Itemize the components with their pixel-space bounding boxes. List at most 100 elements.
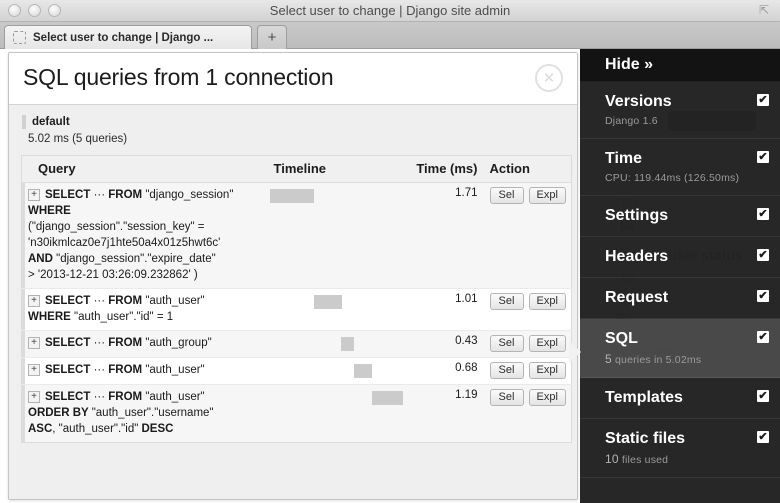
sql-panel-title: SQL queries from 1 connection — [23, 64, 334, 90]
action-cell: Sel Expl — [483, 182, 572, 289]
debug-panel-checkbox[interactable]: ✔ — [757, 431, 769, 443]
column-header-query: Query — [21, 155, 268, 183]
window-titlebar: Select user to change | Django site admi… — [0, 0, 780, 22]
query-cell[interactable]: + SELECT ··· FROM "auth_user" ORDER BY "au… — [21, 384, 268, 443]
column-header-time: Time (ms) — [387, 155, 484, 183]
sql-fragment: FROM — [108, 295, 146, 307]
sql-fragment: ASC — [28, 423, 53, 435]
debug-panel-time[interactable]: Time CPU: 119.44ms (126.50ms) ✔ — [580, 139, 780, 196]
debug-panel-templates[interactable]: Templates ✔ — [580, 378, 780, 419]
tab-bar: Select user to change | Django ... + — [0, 22, 780, 49]
query-row[interactable]: + SELECT ··· FROM "django_session" WHERE ("… — [21, 182, 572, 289]
column-header-action: Action — [483, 155, 572, 183]
query-duration: 0.68 — [387, 357, 484, 385]
debug-panel-checkbox[interactable]: ✔ — [757, 208, 769, 220]
queries-table-body: + SELECT ··· FROM "django_session" WHERE ("… — [21, 182, 572, 443]
explain-query-button[interactable]: Expl — [528, 389, 566, 406]
debug-panel-checkbox[interactable]: ✔ — [757, 331, 769, 343]
row-accent-stripe — [22, 289, 25, 330]
tab-label: Select user to change | Django ... — [33, 31, 214, 44]
sql-fragment: WHERE — [28, 311, 74, 323]
hide-toolbar-button[interactable]: Hide » — [580, 49, 780, 82]
column-header-timeline: Timeline — [267, 155, 388, 183]
query-cell[interactable]: + SELECT ··· FROM "auth_group" — [21, 330, 268, 358]
explain-query-button[interactable]: Expl — [528, 362, 566, 379]
query-row[interactable]: + SELECT ··· FROM "auth_group" 0.43 Sel Expl — [21, 330, 572, 358]
sql-statement-line: > '2013-12-21 03:26:09.232862' ) — [28, 267, 262, 283]
browser-window: Select user to change | Django site admi… — [0, 0, 780, 503]
new-tab-button[interactable]: + — [257, 25, 287, 49]
debug-panel-checkbox[interactable]: ✔ — [757, 249, 769, 261]
expand-query-icon[interactable]: + — [28, 295, 40, 307]
debug-panel-checkbox[interactable]: ✔ — [757, 151, 769, 163]
debug-panel-request[interactable]: Request ✔ — [580, 278, 780, 319]
sql-statement-line: 'n30ikmlcaz0e7j1hte50a4x01z5hwt6c' — [28, 235, 262, 251]
debug-panel-subtitle: CPU: 119.44ms (126.50ms) — [605, 172, 740, 184]
select-query-button[interactable]: Sel — [489, 362, 524, 379]
expand-query-icon[interactable]: + — [28, 189, 40, 201]
explain-query-button[interactable]: Expl — [528, 335, 566, 352]
close-panel-icon[interactable]: ✕ — [535, 64, 563, 92]
row-accent-stripe — [22, 385, 25, 442]
row-accent-stripe — [22, 358, 25, 384]
expand-query-icon[interactable]: + — [28, 337, 40, 349]
timeline-cell — [267, 288, 388, 331]
sql-panel-body: default 5.02 ms (5 queries) Query Timeli… — [9, 105, 577, 443]
debug-panel-checkbox[interactable]: ✔ — [757, 390, 769, 402]
debug-panel-versions[interactable]: Versions Django 1.6 ✔ — [580, 82, 780, 139]
query-cell[interactable]: + SELECT ··· FROM "django_session" WHERE ("… — [21, 182, 268, 289]
sql-fragment: SELECT — [45, 189, 94, 201]
expand-query-icon[interactable]: + — [28, 391, 40, 403]
sql-fragment: SELECT — [45, 364, 94, 376]
debug-panel-settings[interactable]: Settings ✔ — [580, 196, 780, 237]
sql-fragment: ··· — [93, 189, 109, 201]
database-alias: default — [22, 115, 565, 129]
expand-query-icon[interactable]: + — [28, 364, 40, 376]
query-duration: 0.43 — [387, 330, 484, 358]
hide-toolbar-label: Hide » — [605, 56, 654, 73]
query-row[interactable]: + SELECT ··· FROM "auth_user" 0.68 Sel Expl — [21, 357, 572, 385]
action-cell: Sel Expl — [483, 288, 572, 331]
fullscreen-icon[interactable]: ⇱ — [759, 4, 772, 17]
sql-fragment: WHERE — [28, 205, 71, 217]
sql-fragment: ··· — [93, 391, 109, 403]
explain-query-button[interactable]: Expl — [528, 187, 566, 204]
sql-fragment: FROM — [108, 189, 146, 201]
query-duration: 1.01 — [387, 288, 484, 331]
sql-fragment: ··· — [93, 295, 109, 307]
debug-panel-checkbox[interactable]: ✔ — [757, 94, 769, 106]
explain-query-button[interactable]: Expl — [528, 293, 566, 310]
debug-panel-count: 10 — [605, 452, 619, 466]
timeline-bar — [340, 337, 354, 351]
debug-panel-static-files[interactable]: Static files 10 files used ✔ — [580, 419, 780, 478]
action-cell: Sel Expl — [483, 357, 572, 385]
query-cell[interactable]: + SELECT ··· FROM "auth_user" WHERE "auth_… — [21, 288, 268, 331]
sql-statement-line: AND "django_session"."expire_date" — [28, 251, 262, 267]
sql-panel-header: SQL queries from 1 connection ✕ — [9, 53, 577, 105]
select-query-button[interactable]: Sel — [489, 335, 524, 352]
action-cell: Sel Expl — [483, 330, 572, 358]
browser-tab[interactable]: Select user to change | Django ... — [4, 25, 252, 49]
select-query-button[interactable]: Sel — [489, 389, 524, 406]
sql-fragment: ORDER BY — [28, 407, 92, 419]
sql-statement-line: ORDER BY "auth_user"."username" — [28, 405, 262, 421]
debug-panel-sql[interactable]: SQL 5 queries in 5.02ms ✔ — [569, 319, 780, 378]
select-query-button[interactable]: Sel — [489, 293, 524, 310]
query-cell[interactable]: + SELECT ··· FROM "auth_user" — [21, 357, 268, 385]
query-row[interactable]: + SELECT ··· FROM "auth_user" ORDER BY "au… — [21, 384, 572, 443]
debug-panel-headers[interactable]: Headers ✔ — [580, 237, 780, 278]
sql-statement: SELECT ··· FROM "auth_user" — [45, 364, 205, 376]
debug-panel-checkbox[interactable]: ✔ — [757, 290, 769, 302]
select-query-button[interactable]: Sel — [489, 187, 524, 204]
active-panel-arrow-icon — [569, 341, 581, 363]
sql-fragment: 'n30ikmlcaz0e7j1hte50a4x01z5hwt6c' — [28, 237, 221, 249]
timeline-bar — [371, 391, 403, 405]
action-cell: Sel Expl — [483, 384, 572, 443]
query-row[interactable]: + SELECT ··· FROM "auth_user" WHERE "auth_… — [21, 288, 572, 331]
debug-panel-subtitle: Django 1.6 — [605, 115, 658, 127]
debug-panel-name: Versions — [605, 93, 672, 110]
queries-table-header: Query Timeline Time (ms) Action — [21, 155, 572, 183]
debug-panel-name: Static files — [605, 430, 686, 447]
sql-fragment: DESC — [141, 423, 174, 435]
row-accent-stripe — [22, 331, 25, 357]
